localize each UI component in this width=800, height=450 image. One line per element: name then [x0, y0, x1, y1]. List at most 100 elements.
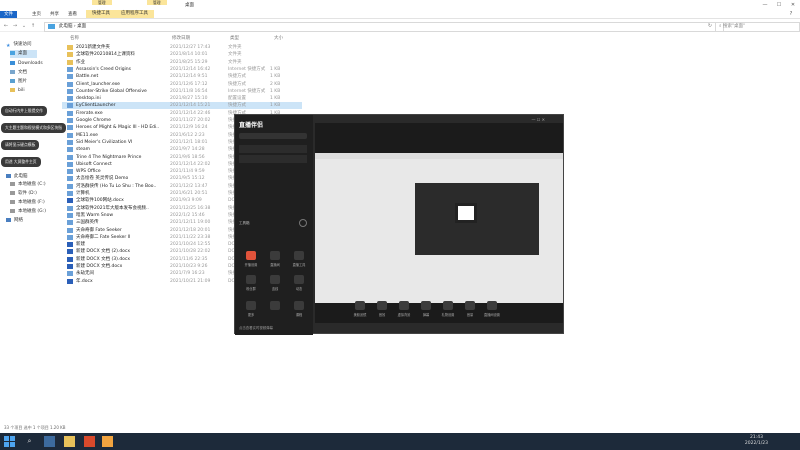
app-tool-button[interactable] — [294, 275, 304, 284]
drive-icon — [10, 190, 15, 195]
help-icon[interactable]: ? — [784, 10, 798, 18]
sidebar-item-label: 网络 — [14, 218, 23, 223]
address-input[interactable]: 此电脑 › 桌面 — [44, 22, 724, 32]
column-header-name[interactable]: 名称 — [70, 35, 79, 41]
sidebar-item-label: 此电脑 — [14, 174, 28, 179]
file-row[interactable]: Client_launcher.exe 2021/12/6 17:12 快捷方式 2 … — [62, 81, 302, 88]
sidebar-item-label: 快速访问 — [13, 42, 32, 47]
file-row[interactable]: 作业 2021/8/25 15:29 文件夹 — [62, 59, 302, 66]
app-window-controls[interactable]: — ☐ ✕ — [532, 117, 545, 122]
file-name: 2021新建文件夹 — [76, 45, 110, 50]
file-name: Sid Meier's Civilization VI — [76, 139, 133, 145]
app-icon[interactable] — [84, 436, 95, 447]
file-name: 全球软件100网站.docx — [76, 198, 124, 204]
app-tool-button[interactable] — [294, 301, 304, 310]
app-tool-button[interactable] — [246, 251, 256, 260]
minimize-button[interactable]: — — [758, 1, 772, 9]
tab-view[interactable]: 查看 — [64, 11, 81, 18]
column-header-date[interactable]: 修改日期 — [172, 35, 190, 41]
file-date: 2021/12/6 17:12 — [170, 81, 208, 87]
app-bottom-button[interactable] — [465, 301, 475, 310]
sidebar-item-drive-d[interactable]: 软件 (D:) — [10, 190, 37, 198]
sidebar-item-drive-f[interactable]: 本地磁盘 (F:) — [10, 199, 45, 207]
column-header-size[interactable]: 大小 — [274, 35, 283, 41]
back-icon[interactable]: ← — [2, 22, 10, 30]
file-icon — [67, 264, 73, 269]
file-name: desktop.ini — [76, 96, 101, 102]
file-name: 全球软件2021年大版本发布会视频.. — [76, 205, 149, 211]
task-view-icon[interactable] — [44, 436, 55, 447]
app-bottom-button[interactable] — [443, 301, 453, 310]
file-row[interactable]: Assassin's Creed Origins 2021/12/14 16:42… — [62, 66, 302, 73]
tab-home[interactable]: 主页 — [28, 11, 45, 18]
context-group-label: 管理 — [92, 0, 112, 5]
sidebar-item-network[interactable]: 网络 — [6, 217, 23, 225]
app-bottom-button[interactable] — [421, 301, 431, 310]
sidebar-item-desktop[interactable]: 桌面 — [10, 50, 37, 58]
file-explorer-icon[interactable] — [64, 436, 75, 447]
sidebar-item-quick-access[interactable]: ★ 快速访问 — [6, 41, 31, 49]
file-date: 2021/11/8 16:54 — [170, 88, 208, 94]
file-date: 2021/11/4 9:59 — [170, 169, 205, 175]
tools-section-label: 工具箱 — [239, 221, 250, 225]
sidebar-item-pictures[interactable]: 图片 — [10, 78, 27, 86]
stream-preview[interactable] — [315, 153, 563, 303]
app-tool-label: 直播间 — [270, 263, 280, 267]
sidebar-item-drive-c[interactable]: 本地磁盘 (C:) — [10, 181, 46, 189]
file-row[interactable]: EyClientLauncher 2021/12/14 15:21 快捷方式 1 KB — [62, 102, 302, 110]
tab-file[interactable]: 文件 — [0, 11, 17, 18]
folder-icon — [67, 45, 73, 50]
search-input[interactable]: ⌕ 搜索"桌面" — [715, 22, 800, 32]
scene-row[interactable] — [239, 155, 307, 163]
app-bottom-button[interactable] — [377, 301, 387, 310]
file-type: Internet 快捷方式 — [228, 66, 266, 72]
file-row[interactable]: 2021新建文件夹 2021/12/27 17:43 文件夹 — [62, 44, 302, 51]
context-group-label: 管理 — [147, 0, 167, 5]
app-tool-button[interactable] — [270, 251, 280, 260]
file-row[interactable]: 全球软件20210814上课资料 2021/8/14 10:01 文件夹 — [62, 51, 302, 58]
app-tool-button[interactable] — [246, 301, 256, 310]
file-icon — [67, 242, 73, 248]
column-header-type[interactable]: 类型 — [230, 35, 239, 41]
file-name: 年.docx — [76, 278, 93, 284]
file-row[interactable]: desktop.ini 2021/8/27 15:10 配置设置 1 KB — [62, 95, 302, 102]
scene-row[interactable] — [239, 145, 307, 153]
clock[interactable]: 21:43 2022/1/23 — [745, 435, 768, 447]
maximize-button[interactable]: ☐ — [772, 1, 786, 9]
tab-app-tools[interactable]: 应用程序工具 — [115, 10, 154, 18]
forward-icon[interactable]: → — [11, 22, 19, 30]
file-date: 2021/12/14 9:51 — [170, 74, 208, 80]
streaming-app-window[interactable]: 直播伴侣 工具箱 开播设置 直播间 直播工具 粉丝群 连线 动态 更多 课程 点击查看实时视频… — [234, 114, 564, 335]
recent-icon[interactable]: ⌄ — [20, 22, 28, 30]
app-tool-button[interactable] — [294, 251, 304, 260]
windows-start-icon[interactable] — [4, 436, 15, 447]
file-icon — [67, 139, 73, 145]
app-tab-strip[interactable] — [239, 133, 307, 139]
app-bottom-button[interactable] — [399, 301, 409, 310]
sidebar-item-downloads[interactable]: Downloads — [10, 60, 43, 68]
app-icon[interactable] — [102, 436, 113, 447]
file-type: 文件夹 — [228, 52, 242, 58]
file-icon — [67, 169, 73, 175]
file-icon — [67, 191, 73, 196]
tab-shortcut-tools[interactable]: 快捷工具 — [86, 10, 116, 18]
sidebar-item-bili[interactable]: bili — [10, 87, 25, 95]
app-bottom-button[interactable] — [355, 301, 365, 310]
settings-icon[interactable] — [299, 219, 307, 227]
close-button[interactable]: ✕ — [786, 1, 800, 9]
app-tool-button[interactable] — [246, 275, 256, 284]
file-row[interactable]: Battle.net 2021/12/14 9:51 快捷方式 1 KB — [62, 73, 302, 80]
app-tool-button[interactable] — [270, 301, 280, 310]
up-icon[interactable]: ↑ — [29, 22, 37, 30]
sidebar-item-documents[interactable]: 文档 — [10, 69, 27, 77]
refresh-icon[interactable]: ↻ — [706, 22, 714, 30]
app-tool-button[interactable] — [270, 275, 280, 284]
sidebar-item-this-pc[interactable]: 此电脑 — [6, 173, 28, 181]
search-icon[interactable]: ⌕ — [24, 436, 35, 447]
tab-share[interactable]: 共享 — [46, 11, 63, 18]
sidebar-item-drive-g[interactable]: 本地磁盘 (G:) — [10, 208, 46, 216]
file-name: 三国群英传 — [76, 220, 99, 226]
drive-icon — [10, 208, 15, 213]
app-bottom-button[interactable] — [487, 301, 497, 310]
file-row[interactable]: Counter-Strike Global Offensive 2021/11/8… — [62, 88, 302, 95]
